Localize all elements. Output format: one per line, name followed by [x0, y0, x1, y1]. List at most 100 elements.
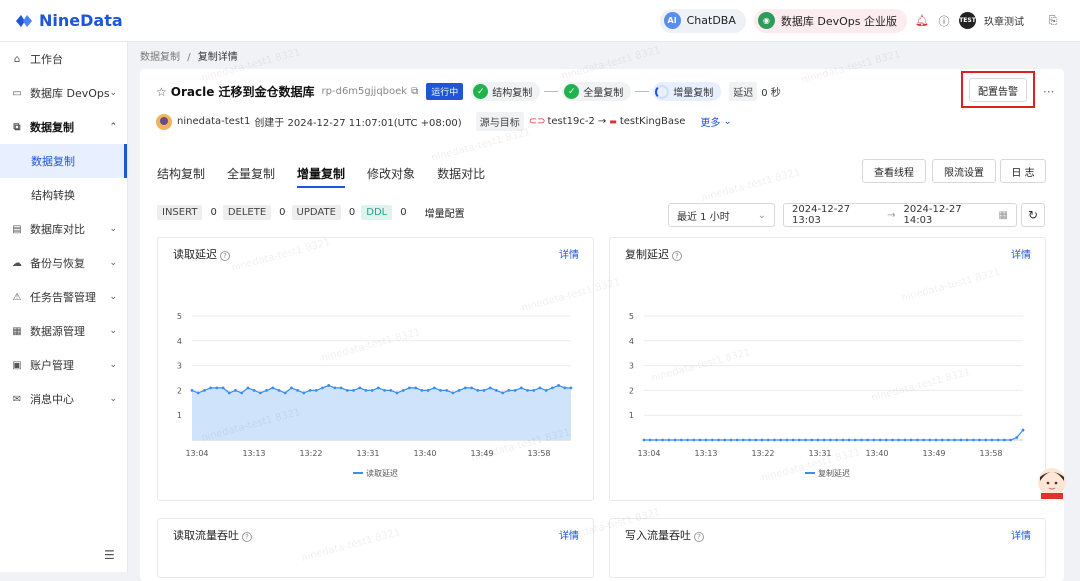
- copy-id-icon[interactable]: ⧉: [411, 86, 418, 97]
- data-point: [822, 438, 826, 442]
- user-avatar[interactable]: TEST: [959, 12, 976, 29]
- data-point: [376, 386, 380, 390]
- data-point: [339, 386, 343, 390]
- tab-modify-objects[interactable]: 修改对象: [367, 161, 415, 188]
- detail-link[interactable]: 详情: [559, 527, 579, 542]
- created-time: 创建于 2024-12-27 11:07:01(UTC +08:00): [254, 118, 462, 129]
- chevron-down-icon: ⌄: [109, 360, 117, 370]
- data-point: [240, 391, 244, 395]
- data-point: [860, 438, 863, 442]
- data-point: [290, 386, 293, 390]
- help-icon[interactable]: ?: [694, 532, 704, 542]
- chevron-down-icon: ⌄: [109, 88, 117, 98]
- data-point: [550, 386, 554, 390]
- data-point: [978, 438, 981, 442]
- legend-label: 复制延迟: [818, 468, 850, 478]
- data-point: [1015, 436, 1019, 439]
- data-point: [940, 438, 944, 442]
- chevron-down-icon: ⌄: [109, 326, 117, 336]
- star-icon[interactable]: ☆: [156, 85, 167, 99]
- sidebar-item-datasource[interactable]: ▦ 数据源管理 ⌄: [0, 314, 127, 348]
- help-icon[interactable]: ?: [242, 532, 252, 542]
- detail-link[interactable]: 详情: [1011, 527, 1031, 542]
- step-schema[interactable]: ✓ 结构复制: [471, 82, 541, 101]
- sidebar-subitem-schema-convert[interactable]: 结构转换: [0, 178, 127, 212]
- data-point: [383, 389, 387, 392]
- chevron-down-icon: ⌄: [109, 258, 117, 268]
- view-threads-button[interactable]: 查看线程: [862, 159, 926, 183]
- logo-text: NineData: [39, 11, 123, 30]
- area-fill: [192, 385, 571, 440]
- data-point: [408, 386, 411, 390]
- data-point: [828, 438, 832, 442]
- data-point: [482, 389, 486, 392]
- data-point: [532, 389, 536, 392]
- data-point: [345, 389, 349, 392]
- refresh-button[interactable]: ↻: [1021, 203, 1045, 227]
- data-point: [915, 438, 919, 442]
- collapse-sidebar-icon[interactable]: ☰: [104, 548, 115, 562]
- data-point: [686, 438, 689, 442]
- data-point: [445, 389, 449, 392]
- step-full[interactable]: ✓ 全量复制: [562, 82, 632, 101]
- data-point: [692, 438, 696, 442]
- chatdba-button[interactable]: AI ChatDBA: [659, 8, 746, 33]
- assistant-avatar-icon[interactable]: [1037, 467, 1067, 499]
- x-tick-label: 13:22: [299, 449, 322, 458]
- sidebar-item-compare[interactable]: ▤ 数据库对比 ⌄: [0, 212, 127, 246]
- chevron-down-icon: ⌄: [109, 292, 117, 302]
- data-point: [990, 438, 994, 442]
- tab-incremental[interactable]: 增量复制: [297, 161, 346, 188]
- delay-value: 0 秒: [761, 88, 781, 99]
- logo[interactable]: NineData: [14, 11, 123, 30]
- bell-icon[interactable]: 🔔︎: [915, 14, 929, 28]
- sidebar-item-replication[interactable]: ⧉ 数据复制 ⌃: [0, 110, 127, 144]
- data-point: [234, 389, 237, 392]
- more-link[interactable]: 更多: [700, 114, 720, 129]
- tab-full[interactable]: 全量复制: [227, 161, 275, 188]
- incremental-config-link[interactable]: 增量配置: [425, 205, 465, 220]
- x-tick-label: 13:49: [922, 449, 945, 458]
- data-point: [271, 386, 275, 390]
- help-icon[interactable]: ⓘ: [937, 14, 951, 28]
- time-range-select[interactable]: 最近 1 小时 ⌄: [668, 203, 775, 227]
- step-incremental[interactable]: 增量复制: [653, 82, 722, 101]
- target-name[interactable]: testKingBase: [620, 116, 686, 127]
- sidebar-item-alarm[interactable]: ⚠ 任务告警管理 ⌄: [0, 280, 127, 314]
- tab-schema[interactable]: 结构复制: [157, 161, 205, 188]
- x-tick-label: 13:49: [470, 449, 493, 458]
- replication-latency-chart: 复制延迟? 详情 1 2 3 4 5 13:04 13:13 13:22 13:31 13:40 1…: [609, 237, 1046, 501]
- data-point: [395, 391, 399, 395]
- data-point: [426, 389, 430, 392]
- sidebar-item-backup[interactable]: ☁ 备份与恢复 ⌄: [0, 246, 127, 280]
- user-name[interactable]: 玖章测试: [984, 13, 1024, 28]
- read-throughput-chart: 读取流量吞吐? 详情: [157, 518, 594, 578]
- breadcrumb-parent[interactable]: 数据复制: [140, 52, 180, 63]
- data-point: [878, 438, 882, 442]
- data-point: [760, 438, 764, 442]
- log-button[interactable]: 日 志: [1000, 159, 1046, 183]
- chevron-down-icon: ⌄: [109, 394, 117, 404]
- date-range-picker[interactable]: 2024-12-27 13:03 → 2024-12-27 14:03 ▦: [783, 203, 1017, 227]
- devops-edition-button[interactable]: ◉ 数据库 DevOps 企业版: [753, 8, 907, 33]
- sidebar-subitem-replication[interactable]: 数据复制: [0, 144, 127, 178]
- sidebar-item-workbench[interactable]: ⌂ 工作台: [0, 42, 127, 76]
- delete-label: DELETE: [222, 205, 272, 220]
- source-name[interactable]: test19c-2: [547, 116, 594, 127]
- data-point: [476, 389, 480, 392]
- sidebar-item-devops[interactable]: ▭ 数据库 DevOps ⌄: [0, 76, 127, 110]
- language-icon[interactable]: ⎘: [1046, 14, 1060, 28]
- data-point: [513, 389, 517, 392]
- data-point: [667, 438, 671, 442]
- data-point: [897, 438, 901, 442]
- chatdba-icon: AI: [663, 12, 681, 29]
- rate-limit-button[interactable]: 限流设置: [932, 159, 996, 183]
- more-actions-icon[interactable]: ···: [1043, 85, 1054, 99]
- sidebar-item-messages[interactable]: ✉ 消息中心 ⌄: [0, 382, 127, 416]
- data-point: [959, 438, 963, 442]
- data-point: [953, 438, 957, 442]
- tab-data-compare[interactable]: 数据对比: [437, 161, 485, 188]
- owner-avatar: [156, 113, 172, 130]
- data-point: [872, 438, 876, 442]
- sidebar-item-account[interactable]: ▣ 账户管理 ⌄: [0, 348, 127, 382]
